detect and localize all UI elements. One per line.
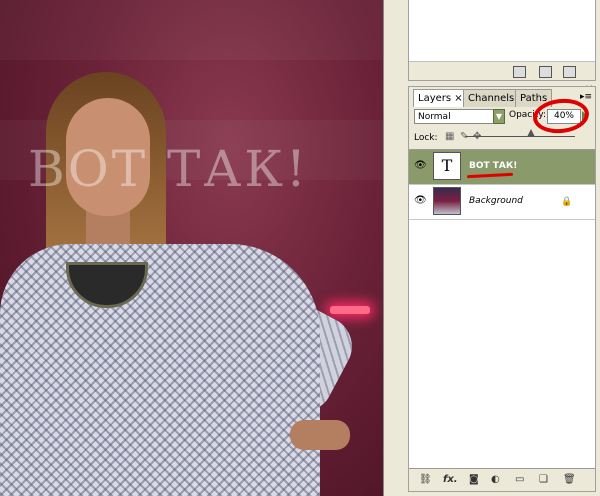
- adjustment-icon[interactable]: ◐: [491, 474, 500, 486]
- lock-transparency-icon[interactable]: ▦: [445, 132, 455, 142]
- chevron-down-icon[interactable]: ▼: [493, 109, 505, 124]
- panel-menu-icon[interactable]: ▸≡: [580, 92, 592, 102]
- girl-mesh-shirt: [0, 244, 320, 496]
- opacity-slider-track[interactable]: [465, 136, 575, 137]
- layer-row-text[interactable]: 👁 T ВОТ ТАК!: [409, 150, 595, 185]
- close-tab-icon[interactable]: ×: [454, 93, 462, 104]
- channel-icon[interactable]: [513, 66, 526, 78]
- trash-icon[interactable]: [563, 66, 576, 78]
- upper-panel: [408, 0, 596, 81]
- trash-icon[interactable]: 🗑: [563, 474, 576, 486]
- tab-channels[interactable]: Channels: [463, 89, 520, 107]
- layer-name[interactable]: ВОТ ТАК!: [469, 161, 517, 171]
- link-icon[interactable]: ⛓: [419, 474, 432, 486]
- blend-mode-select[interactable]: Normal: [414, 109, 504, 124]
- tab-layers[interactable]: Layers ×: [413, 89, 468, 107]
- camera-icon[interactable]: [539, 66, 552, 78]
- eye-icon[interactable]: 👁: [414, 160, 427, 172]
- new-layer-icon[interactable]: ❏: [539, 474, 548, 486]
- layers-bottom-toolbar: ⛓ fx. ◙ ◐ ▭ ❏ 🗑: [409, 468, 595, 491]
- document-canvas[interactable]: ВОТ ТАК!: [0, 0, 383, 496]
- eye-icon[interactable]: 👁: [414, 195, 427, 207]
- lock-paint-icon[interactable]: ✎: [460, 132, 470, 142]
- pink-stage-light: [330, 306, 370, 314]
- layers-panel: Layers × Channels Paths ▸≡ Normal ▼ Opac…: [408, 86, 596, 492]
- mask-icon[interactable]: ◙: [469, 474, 479, 486]
- upper-panel-toolbar: [409, 61, 595, 80]
- annotation-red-underline: [466, 172, 514, 179]
- opacity-slider-thumb[interactable]: [527, 129, 535, 137]
- canvas-scrollbar[interactable]: [383, 0, 401, 496]
- lock-label: Lock:: [414, 133, 438, 143]
- lock-icon: 🔒: [561, 197, 573, 207]
- layer-name[interactable]: Background: [469, 196, 523, 206]
- girl-hand: [290, 420, 350, 450]
- fx-icon[interactable]: fx.: [443, 474, 458, 486]
- folder-icon[interactable]: ▭: [515, 474, 524, 486]
- background-light-band: [0, 0, 383, 60]
- text-layer-overlay: ВОТ ТАК!: [28, 140, 309, 198]
- layers-list: 👁 T ВОТ ТАК! 👁 Background 🔒: [409, 149, 595, 468]
- lock-move-icon[interactable]: ✥: [473, 132, 483, 142]
- background-layer-thumbnail: [433, 187, 461, 215]
- text-layer-thumbnail: T: [433, 152, 461, 180]
- layer-row-background[interactable]: 👁 Background 🔒: [409, 185, 595, 220]
